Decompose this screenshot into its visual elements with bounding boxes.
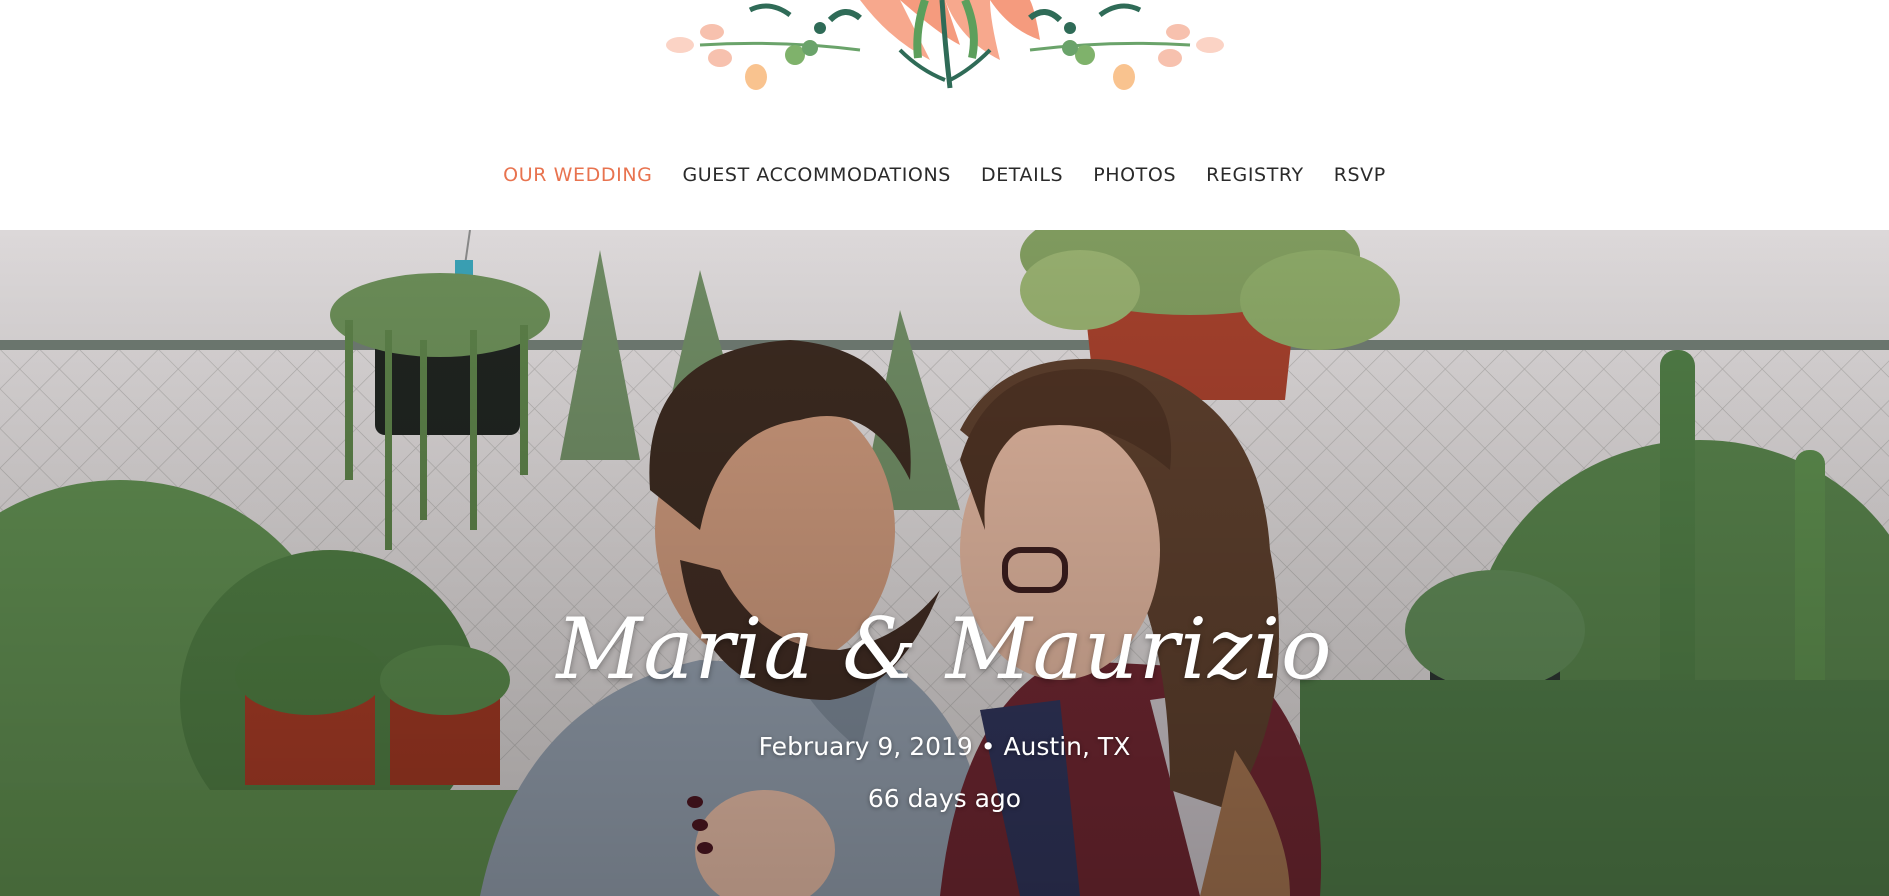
- nav-guest-accommodations[interactable]: GUEST ACCOMMODATIONS: [682, 164, 951, 186]
- hero-banner: Maria & Maurizio February 9, 2019 • Aust…: [0, 230, 1889, 896]
- floral-right-cluster: [1028, 3, 1224, 90]
- nav-photos[interactable]: PHOTOS: [1093, 164, 1176, 186]
- main-nav: OUR WEDDING GUEST ACCOMMODATIONS DETAILS…: [0, 164, 1889, 186]
- nav-details[interactable]: DETAILS: [981, 164, 1063, 186]
- wedding-date-location: February 9, 2019 • Austin, TX: [758, 732, 1131, 761]
- nav-registry[interactable]: REGISTRY: [1206, 164, 1304, 186]
- floral-left-cluster: [666, 3, 862, 90]
- couple-names: Maria & Maurizio: [556, 600, 1333, 698]
- wedding-countdown: 66 days ago: [867, 784, 1022, 813]
- nav-our-wedding[interactable]: OUR WEDDING: [503, 164, 652, 186]
- site-header: OUR WEDDING GUEST ACCOMMODATIONS DETAILS…: [0, 0, 1889, 230]
- floral-header-illustration: [666, 0, 1224, 90]
- floral-center-cluster: [860, 0, 1040, 89]
- nav-rsvp[interactable]: RSVP: [1334, 164, 1386, 186]
